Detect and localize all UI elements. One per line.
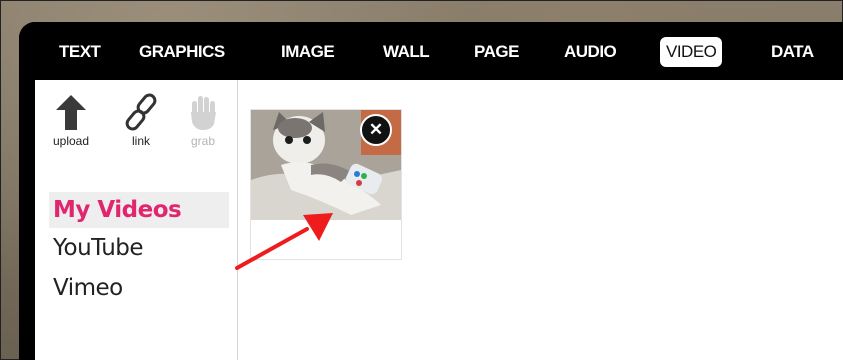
video-sidebar: upload link grab My Videos YouTube Vimeo: [35, 80, 238, 360]
grab-label: grab: [190, 134, 216, 148]
tab-data[interactable]: DATA: [771, 37, 814, 67]
link-tool[interactable]: link: [121, 92, 161, 148]
tab-audio[interactable]: AUDIO: [564, 37, 617, 67]
source-my-videos[interactable]: My Videos: [49, 192, 229, 228]
tab-video[interactable]: VIDEO: [660, 37, 723, 67]
chain-link-icon: [125, 93, 157, 131]
red-annotation-arrow: [235, 213, 333, 270]
tab-page[interactable]: PAGE: [474, 37, 519, 67]
category-tab-bar: TEXT GRAPHICS IMAGE WALL PAGE AUDIO VIDE…: [19, 22, 843, 80]
hand-icon: [191, 96, 216, 130]
video-thumbnail[interactable]: ✕: [251, 110, 401, 220]
source-vimeo[interactable]: Vimeo: [49, 270, 229, 306]
source-youtube[interactable]: YouTube: [49, 230, 229, 266]
tab-wall[interactable]: WALL: [383, 37, 430, 67]
remove-video-button[interactable]: ✕: [360, 114, 392, 146]
tab-graphics[interactable]: GRAPHICS: [139, 37, 225, 67]
tab-text[interactable]: TEXT: [59, 37, 101, 67]
link-label: link: [131, 134, 150, 148]
upload-tool[interactable]: upload: [51, 92, 91, 148]
tab-image[interactable]: IMAGE: [281, 37, 335, 67]
editor-panel: TEXT GRAPHICS IMAGE WALL PAGE AUDIO VIDE…: [19, 22, 843, 360]
upload-label: upload: [52, 134, 90, 148]
upload-arrow-icon: [56, 95, 86, 130]
close-icon: ✕: [368, 120, 384, 139]
grab-tool[interactable]: grab: [183, 92, 223, 148]
